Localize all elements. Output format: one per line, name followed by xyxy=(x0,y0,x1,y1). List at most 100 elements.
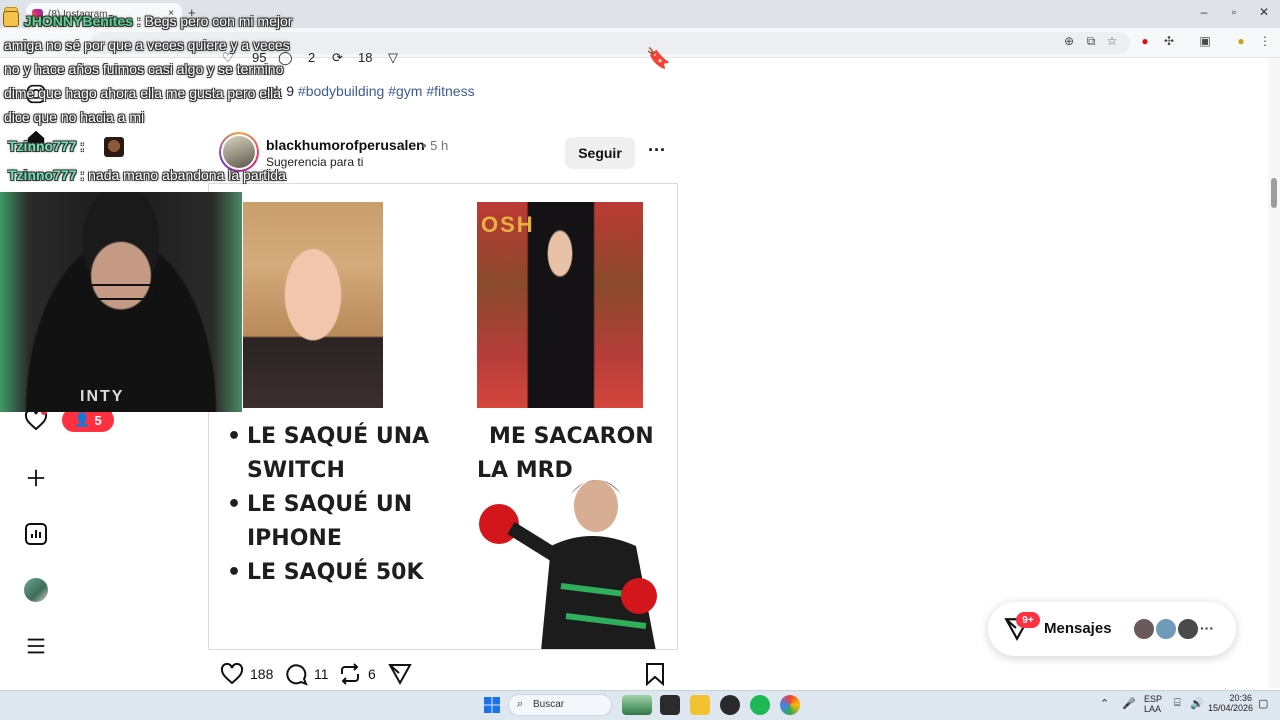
chat-username: JHONNYBenites xyxy=(24,13,133,29)
network-icon[interactable]: ⌸ xyxy=(1174,697,1181,710)
more-menu-icon[interactable] xyxy=(22,632,50,660)
chat-message-1-line-5: dice que no hacia a mi xyxy=(4,109,145,125)
prev-caption-hashtags[interactable]: #bodybuilding #gym #fitness xyxy=(298,83,475,99)
chat-message-3: Tzinno777 : nada mano abandona la partid… xyxy=(8,163,286,187)
taskbar-search-placeholder: Buscar xyxy=(533,699,565,710)
messages-panel-button[interactable]: 9+ Mensajes ··· xyxy=(988,602,1236,656)
chat-message-1-line-2: amiga no sé por que a veces quiere y a v… xyxy=(4,37,290,53)
message-avatar xyxy=(1154,617,1178,641)
message-avatar xyxy=(1132,617,1156,641)
prev-comment-count: 2 xyxy=(308,50,316,65)
profile-icon[interactable]: ● xyxy=(1232,34,1250,48)
microphone-icon[interactable]: 🎤 xyxy=(1122,697,1136,710)
share-button[interactable] xyxy=(388,662,412,686)
scrollbar-thumb[interactable] xyxy=(1271,178,1277,208)
language-code: ESP xyxy=(1144,694,1163,704)
post-more-options-button[interactable]: ··· xyxy=(646,140,668,166)
follow-button[interactable]: Seguir xyxy=(565,137,635,169)
meme-list-item: LE SAQUÉ 50K xyxy=(227,556,467,590)
prev-repost-count: 18 xyxy=(358,50,373,65)
post-media[interactable]: OSH LE SAQUÉ UNA SWITCH LE SAQUÉ UN IPHO… xyxy=(208,183,678,650)
repost-count: 6 xyxy=(368,666,376,682)
bookmark-icon xyxy=(646,663,664,686)
install-icon[interactable]: ⧉ xyxy=(1082,34,1100,49)
post-action-bar: 188 11 6 xyxy=(220,662,676,688)
post-time[interactable]: • 5 h xyxy=(422,138,448,153)
messages-label: Mensajes xyxy=(1044,620,1112,637)
prev-share-icon[interactable]: ▽ xyxy=(388,50,398,66)
system-tray: ⌃ 🎤 ESP LAA ⌸ 🔊 20:36 15/04/2026 ▢ xyxy=(1098,692,1278,718)
message-avatar xyxy=(1176,617,1200,641)
close-window-button[interactable]: ✕ xyxy=(1254,5,1274,19)
meme-photo-right: OSH xyxy=(477,202,643,408)
messages-more-icon: ··· xyxy=(1200,620,1214,636)
comment-button[interactable]: 11 xyxy=(284,662,329,686)
prev-save-icon[interactable]: 🔖 xyxy=(646,46,671,71)
meme-right-line1: ME SACARON xyxy=(489,424,654,449)
clock[interactable]: 20:36 15/04/2026 xyxy=(1208,693,1254,713)
maximize-button[interactable]: ▫ xyxy=(1224,5,1244,19)
search-icon: ⌕ xyxy=(517,698,524,710)
chat-emote-icon xyxy=(104,137,124,157)
chat-badge-icon xyxy=(3,11,19,27)
messages-badge: 9+ xyxy=(1016,612,1040,628)
repost-button[interactable]: 6 xyxy=(338,662,376,686)
save-button[interactable] xyxy=(644,662,666,686)
create-plus-icon[interactable] xyxy=(22,464,50,492)
streamer-webcam: INTY xyxy=(0,192,242,412)
widgets-icon[interactable] xyxy=(622,695,652,715)
chrome-icon[interactable] xyxy=(780,695,800,715)
glasses-detail xyxy=(88,284,158,300)
profile-avatar[interactable] xyxy=(22,576,50,604)
chat-message-1-line-3: no y hace años fuimos casi algo y se ter… xyxy=(4,61,284,77)
clock-date: 15/04/2026 xyxy=(1208,703,1254,713)
windows-start-icon[interactable] xyxy=(484,697,500,713)
taskbar-search[interactable]: ⌕ Buscar xyxy=(508,694,612,716)
extensions-icon[interactable]: ✣ xyxy=(1160,34,1178,48)
chat-text: : Begs pero con mi mejor xyxy=(136,13,293,29)
like-button[interactable]: 188 xyxy=(220,662,273,686)
chat-text: : nada mano abandona la partida xyxy=(80,167,286,183)
obs-icon[interactable] xyxy=(720,695,740,715)
chat-username: Tzinno777 xyxy=(8,138,77,154)
heart-icon xyxy=(220,662,244,685)
meme-left-list: LE SAQUÉ UNA SWITCH LE SAQUÉ UN IPHONE L… xyxy=(227,420,467,590)
repost-icon xyxy=(341,663,359,685)
opera-icon[interactable]: ● xyxy=(1136,34,1154,48)
prev-repost-icon[interactable]: ⟳ xyxy=(332,50,343,66)
tray-chevron-icon[interactable]: ⌃ xyxy=(1100,697,1109,710)
shirt-text: INTY xyxy=(80,388,125,405)
prev-post-caption: rd: 9 #bodybuilding #gym #fitness xyxy=(266,83,475,99)
chat-text: : xyxy=(80,138,85,154)
like-count: 188 xyxy=(250,666,274,682)
clock-time: 20:36 xyxy=(1229,693,1252,703)
keyboard-layout: LAA xyxy=(1144,704,1162,714)
meme-list-item: LE SAQUÉ UNA SWITCH xyxy=(227,420,467,488)
zoom-icon[interactable]: ⊕ xyxy=(1060,34,1078,48)
meme-boxer-image xyxy=(479,480,657,649)
chat-message-2: Tzinno777 : xyxy=(8,134,84,158)
person-icon: 👤 xyxy=(74,412,91,427)
page-scrollbar[interactable] xyxy=(1268,58,1280,688)
file-explorer-icon[interactable] xyxy=(690,695,710,715)
comment-count: 11 xyxy=(314,666,329,682)
sidebar-icon[interactable]: ▣ xyxy=(1196,34,1214,48)
language-indicator[interactable]: ESP LAA xyxy=(1144,694,1162,714)
photo-sign-text: OSH xyxy=(481,212,535,237)
comment-icon xyxy=(286,664,308,686)
notification-count: 5 xyxy=(94,412,102,428)
spotify-icon[interactable] xyxy=(750,695,770,715)
meme-photo-left xyxy=(243,202,383,408)
post-username[interactable]: blackhumorofperusalen xyxy=(266,137,425,153)
dashboard-icon[interactable] xyxy=(22,520,50,548)
volume-icon[interactable]: 🔊 xyxy=(1190,697,1204,710)
meme-list-item: LE SAQUÉ UN IPHONE xyxy=(227,488,467,556)
chat-message-1-line-4: dime que hago ahora ella me gusta pero e… xyxy=(4,85,282,101)
notifications-icon[interactable]: ▢ xyxy=(1258,697,1268,710)
minimize-button[interactable]: – xyxy=(1194,5,1214,19)
menu-icon[interactable]: ⋮ xyxy=(1256,34,1274,48)
star-icon[interactable]: ☆ xyxy=(1103,34,1121,48)
chat-username: Tzinno777 xyxy=(8,167,77,183)
chat-message-1: JHONNYBenites : Begs pero con mi mejor xyxy=(24,9,292,33)
task-view-icon[interactable] xyxy=(660,695,680,715)
